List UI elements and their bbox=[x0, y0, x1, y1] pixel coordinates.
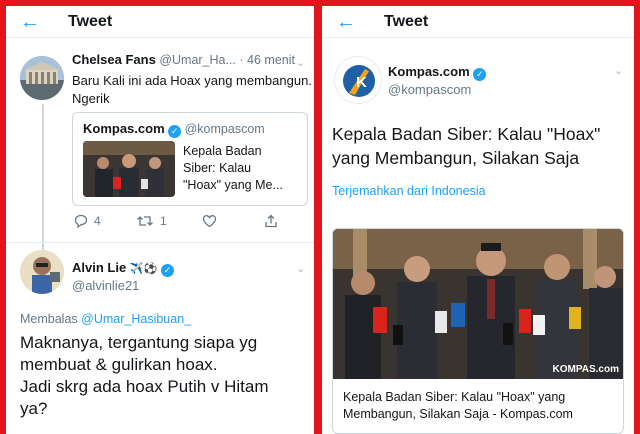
link-card-image: KOMPAS.com bbox=[333, 229, 623, 379]
tweet-text-line: yang Membangun, Silakan Saja bbox=[332, 148, 580, 168]
svg-text:K: K bbox=[356, 74, 367, 91]
page-title: Tweet bbox=[384, 12, 429, 30]
tweet-text: Kepala Badan Siber: Kalau "Hoax" yang Me… bbox=[332, 122, 600, 170]
image-watermark: KOMPAS.com bbox=[552, 364, 620, 375]
author-name[interactable]: Chelsea Fans bbox=[72, 52, 156, 67]
tweet-text-line: ya? bbox=[20, 399, 48, 418]
tweet-text: Maknanya, tergantung siapa yg membuat & … bbox=[20, 332, 269, 420]
replying-prefix: Membalas bbox=[20, 312, 78, 326]
reply-icon bbox=[74, 214, 88, 228]
thread-line bbox=[42, 104, 44, 254]
timestamp[interactable]: 46 menit bbox=[247, 53, 295, 67]
back-arrow-icon[interactable]: ← bbox=[20, 12, 56, 32]
tweet-text-line: Jadi skrg ada hoax Putih v Hitam bbox=[20, 377, 269, 396]
retweet-icon bbox=[137, 216, 153, 226]
name-emoji: ✈️⚽ bbox=[129, 263, 158, 275]
tweet-text-line: Baru Kali ini ada Hoax yang membangun. bbox=[72, 73, 312, 88]
chevron-down-icon[interactable]: ⌄ bbox=[296, 56, 305, 69]
chevron-down-icon[interactable]: ⌄ bbox=[614, 64, 623, 77]
top-bar: ← Tweet bbox=[322, 6, 634, 38]
quoted-tweet-card[interactable]: Kompas.com ✓ @kompascom Kepala Badan Sib… bbox=[72, 112, 308, 206]
right-tweet-panel: ← Tweet K Kompas.com ✓ @kompascom ⌄ Kepa… bbox=[322, 6, 634, 434]
share-icon bbox=[265, 214, 277, 228]
reply-count: 4 bbox=[94, 214, 101, 228]
retweet-count: 1 bbox=[160, 214, 167, 228]
author-handle[interactable]: @alvinlie21 bbox=[72, 278, 139, 293]
author-name[interactable]: Alvin Lie bbox=[72, 260, 126, 275]
verified-icon: ✓ bbox=[168, 125, 182, 138]
author-handle[interactable]: @Umar_Ha... bbox=[159, 53, 236, 67]
translate-link[interactable]: Terjemahkan dari Indonesia bbox=[332, 184, 486, 198]
link-card-title-line: Membangun, Silakan Saja - Kompas.com bbox=[343, 407, 573, 421]
quoted-text-line: "Hoax" yang Me... bbox=[183, 178, 283, 192]
retweet-button[interactable]: 1 bbox=[136, 214, 167, 228]
separator-dot: · bbox=[239, 53, 244, 67]
back-arrow-icon[interactable]: ← bbox=[336, 12, 372, 32]
like-icon bbox=[202, 215, 217, 228]
replying-handle[interactable]: @Umar_Hasibuan_ bbox=[81, 312, 191, 326]
tweet-header: Alvin Lie ✈️⚽ ✓ bbox=[72, 260, 174, 277]
quoted-text-line: Siber: Kalau bbox=[183, 161, 252, 175]
avatar[interactable] bbox=[20, 250, 64, 294]
verified-icon: ✓ bbox=[160, 264, 174, 277]
tweet-header: Chelsea Fans @Umar_Ha... · 46 menit bbox=[72, 52, 295, 67]
tweet-text-line: membuat & gulirkan hoax. bbox=[20, 355, 218, 374]
verified-icon: ✓ bbox=[473, 68, 487, 81]
divider bbox=[6, 242, 314, 243]
author-name[interactable]: Kompas.com bbox=[388, 64, 470, 79]
share-button[interactable] bbox=[264, 214, 278, 228]
replying-to: Membalas @Umar_Hasibuan_ bbox=[20, 312, 191, 326]
link-card-title-line: Kepala Badan Siber: Kalau "Hoax" yang bbox=[343, 390, 566, 404]
tweet-header: Kompas.com ✓ bbox=[388, 64, 487, 81]
tweet-text-line: Maknanya, tergantung siapa yg bbox=[20, 333, 258, 352]
chevron-down-icon[interactable]: ⌄ bbox=[296, 262, 305, 275]
like-button[interactable] bbox=[202, 214, 217, 228]
quoted-author-handle: @kompascom bbox=[184, 122, 265, 136]
reply-button[interactable]: 4 bbox=[74, 214, 101, 228]
page-title: Tweet bbox=[68, 12, 113, 30]
quoted-header: Kompas.com ✓ @kompascom bbox=[83, 121, 265, 138]
quoted-author-name: Kompas.com bbox=[83, 121, 165, 136]
author-handle[interactable]: @kompascom bbox=[388, 82, 471, 97]
avatar[interactable] bbox=[20, 56, 64, 100]
top-bar: ← Tweet bbox=[6, 6, 314, 38]
tweet-text: Baru Kali ini ada Hoax yang membangun. N… bbox=[72, 72, 312, 108]
quoted-text: Kepala Badan Siber: Kalau "Hoax" yang Me… bbox=[183, 143, 283, 194]
link-card[interactable]: KOMPAS.com Kepala Badan Siber: Kalau "Ho… bbox=[332, 228, 624, 434]
tweet-text-line: Kepala Badan Siber: Kalau "Hoax" bbox=[332, 124, 601, 144]
avatar[interactable]: K bbox=[334, 56, 382, 104]
left-tweet-panel: ← Tweet Chelsea Fans @Umar_Ha... · 46 me… bbox=[6, 6, 314, 434]
link-card-title: Kepala Badan Siber: Kalau "Hoax" yang Me… bbox=[343, 389, 573, 423]
quoted-text-line: Kepala Badan bbox=[183, 144, 262, 158]
tweet-text-line: Ngerik bbox=[72, 91, 110, 106]
quoted-thumbnail bbox=[83, 141, 175, 197]
